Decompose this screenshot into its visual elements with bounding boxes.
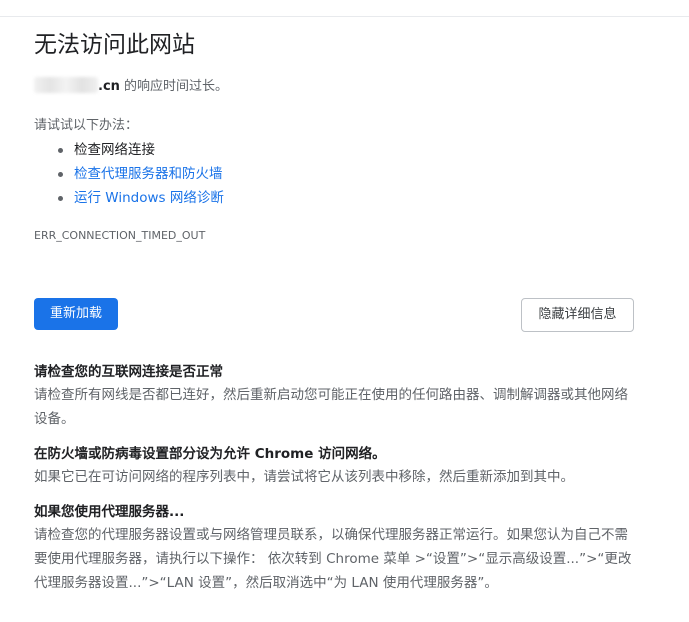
suggestion-run-diagnostics: 运行 Windows 网络诊断 [34, 186, 224, 210]
detail-heading-firewall: 在防火墙或防病毒设置部分设为允许 Chrome 访问网络。 [34, 446, 386, 462]
top-divider [0, 16, 689, 17]
detail-heading-connection: 请检查您的互联网连接是否正常 [34, 364, 223, 380]
page-title: 无法访问此网站 [34, 32, 195, 58]
bullet-icon [58, 148, 63, 153]
detail-heading-proxy: 如果您使用代理服务器... [34, 504, 185, 520]
reload-button[interactable]: 重新加载 [34, 298, 118, 330]
error-subtitle: .cn 的响应时间过长。 [34, 77, 228, 97]
suggestions-list: 检查网络连接 检查代理服务器和防火墙 运行 Windows 网络诊断 [34, 138, 224, 210]
detail-body-firewall: 如果它已在可访问网络的程序列表中，请尝试将它从该列表中移除，然后重新添加到其中。 [34, 469, 574, 485]
detail-body-connection: 请检查所有网线是否都已连好，然后重新启动您可能正在使用的任何路由器、调制解调器或… [34, 387, 628, 427]
run-network-diagnostics-link[interactable]: 运行 Windows 网络诊断 [74, 190, 224, 206]
bullet-icon [58, 196, 63, 201]
domain-suffix: .cn [98, 79, 120, 94]
check-proxy-firewall-link[interactable]: 检查代理服务器和防火墙 [74, 166, 223, 182]
hide-details-button[interactable]: 隐藏详细信息 [521, 298, 634, 332]
suggestion-check-connection: 检查网络连接 [34, 138, 224, 162]
blurred-domain [34, 77, 98, 93]
subtitle-text: 的响应时间过长。 [119, 79, 229, 94]
detail-body-proxy: 请检查您的代理服务器设置或与网络管理员联系，以确保代理服务器正常运行。如果您认为… [34, 527, 632, 591]
error-code: ERR_CONNECTION_TIMED_OUT [34, 229, 206, 242]
suggestions-label: 请试试以下办法： [34, 118, 139, 133]
suggestion-text: 检查网络连接 [74, 142, 155, 158]
bullet-icon [58, 172, 63, 177]
suggestion-check-proxy-firewall: 检查代理服务器和防火墙 [34, 162, 224, 186]
